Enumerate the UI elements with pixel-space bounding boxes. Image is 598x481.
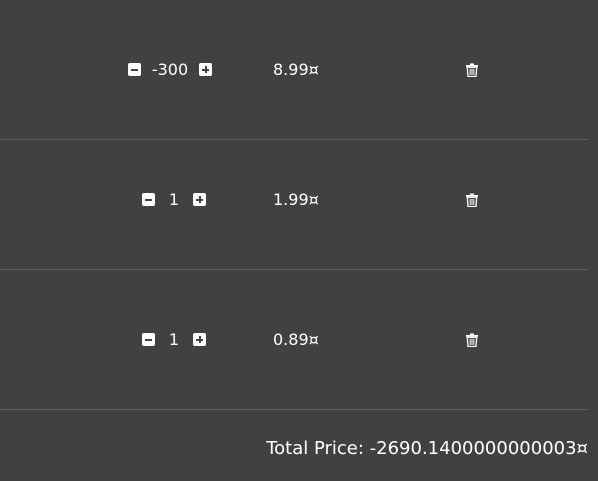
delete-item-button[interactable] <box>465 0 479 139</box>
trash-icon <box>466 63 478 77</box>
total-price: Total Price: -2690.1400000000003¤ <box>266 438 588 459</box>
cart-item-row: 1 1.99¤ <box>0 130 588 270</box>
increase-quantity-button[interactable] <box>199 63 212 76</box>
trash-icon <box>466 193 478 207</box>
decrease-quantity-button[interactable] <box>142 193 155 206</box>
delete-item-button[interactable] <box>465 270 479 409</box>
increase-quantity-button[interactable] <box>193 333 206 346</box>
cart-item-row: -300 8.99¤ <box>0 0 588 140</box>
trash-icon <box>466 333 478 347</box>
quantity-value: -300 <box>151 60 189 79</box>
cart-page: -300 8.99¤ 1 1.99¤ 1 0.89¤ Total Price: … <box>0 0 598 481</box>
quantity-stepper: -300 <box>128 0 212 139</box>
quantity-value: 1 <box>168 330 180 349</box>
quantity-stepper: 1 <box>142 130 206 269</box>
quantity-stepper: 1 <box>142 270 206 409</box>
decrease-quantity-button[interactable] <box>142 333 155 346</box>
increase-quantity-button[interactable] <box>193 193 206 206</box>
quantity-value: 1 <box>168 190 180 209</box>
cart-item-row: 1 0.89¤ <box>0 270 588 410</box>
decrease-quantity-button[interactable] <box>128 63 141 76</box>
item-price: 1.99¤ <box>273 190 319 209</box>
item-price: 0.89¤ <box>273 330 319 349</box>
item-price: 8.99¤ <box>273 60 319 79</box>
delete-item-button[interactable] <box>465 130 479 269</box>
